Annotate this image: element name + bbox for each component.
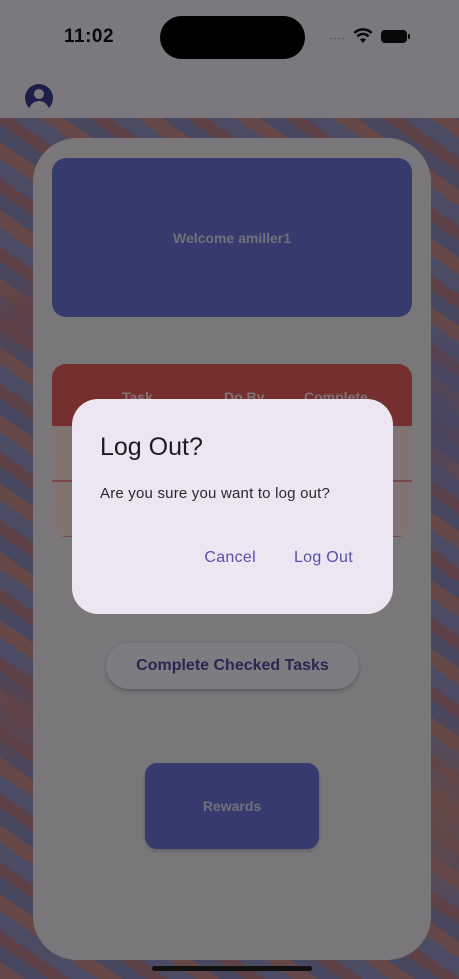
cancel-button[interactable]: Cancel <box>204 549 256 567</box>
dialog-actions: Cancel Log Out <box>204 549 353 567</box>
home-indicator[interactable] <box>152 966 312 971</box>
dialog-message: Are you sure you want to log out? <box>100 485 331 502</box>
app-screen: 11:02 .... Welcome amiller1 Task Do By C… <box>0 0 459 979</box>
logout-dialog: Log Out? Are you sure you want to log ou… <box>72 399 393 614</box>
dialog-title: Log Out? <box>100 433 203 461</box>
log-out-button[interactable]: Log Out <box>294 549 353 567</box>
